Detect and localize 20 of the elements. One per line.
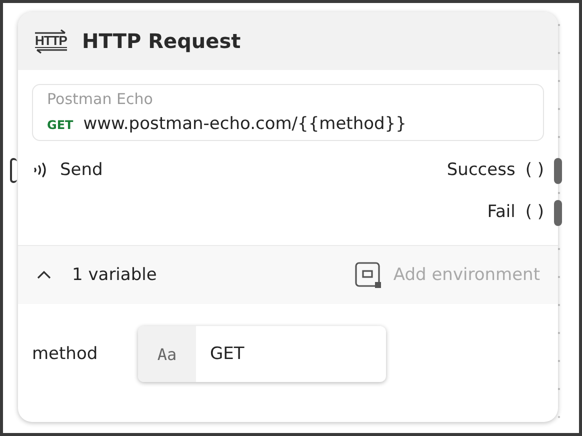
input-label: Send — [60, 160, 103, 180]
request-url: www.postman-echo.com/{{method}} — [83, 114, 406, 134]
variable-value-field[interactable]: Aa GET — [138, 326, 386, 382]
environment-icon — [355, 262, 382, 288]
output-signature: ( ) — [525, 160, 544, 180]
type-tag: Aa — [138, 326, 196, 382]
variables-title: 1 variable — [72, 265, 157, 285]
output-signature: ( ) — [525, 202, 544, 222]
input-handle[interactable] — [10, 158, 17, 183]
output-handle[interactable] — [554, 158, 562, 184]
node-title: HTTP Request — [82, 29, 241, 53]
output-label: Success — [446, 160, 516, 180]
output-label: Fail — [487, 202, 516, 222]
request-name: Postman Echo — [47, 90, 154, 108]
output-handle[interactable] — [554, 200, 562, 226]
request-box[interactable]: Postman Echo GET www.postman-echo.com/{{method}} — [32, 84, 544, 141]
variable-name: method — [32, 344, 99, 364]
signal-icon — [32, 161, 48, 179]
variables-header[interactable]: 1 variable Add environment — [18, 245, 558, 304]
request-method: GET — [47, 118, 74, 132]
